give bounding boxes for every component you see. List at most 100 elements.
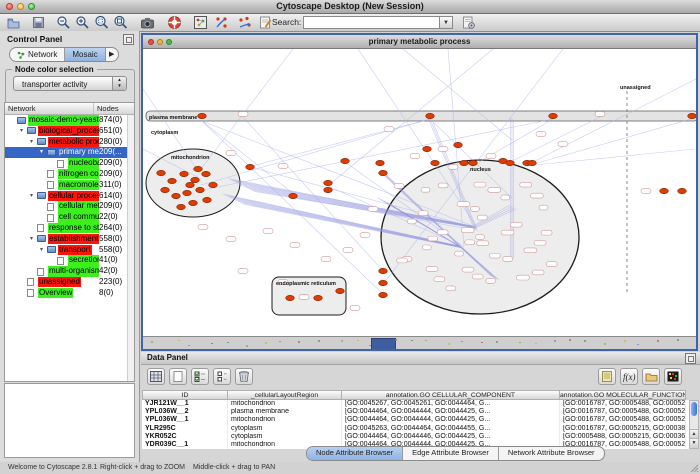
tab-network[interactable]: Network	[10, 48, 64, 61]
scroll-down-icon[interactable]: ▼	[690, 438, 698, 448]
network-node-selected[interactable]	[202, 171, 211, 176]
network-node[interactable]	[290, 243, 300, 248]
network-node[interactable]	[510, 222, 522, 227]
network-node-selected[interactable]	[180, 171, 189, 176]
tree-row[interactable]: ▾establishment of lo558(0)	[5, 234, 128, 245]
network-node-selected[interactable]	[426, 113, 435, 118]
tree-row[interactable]: nitrogen compo209(0)	[5, 169, 128, 180]
attribute-grid-icon[interactable]	[147, 368, 165, 385]
network-node[interactable]	[520, 182, 532, 187]
network-node-selected[interactable]	[289, 193, 298, 198]
network-node[interactable]	[428, 236, 438, 241]
new-attribute-icon[interactable]	[169, 368, 187, 385]
minimize-button[interactable]	[17, 3, 24, 10]
open-session-icon[interactable]	[6, 15, 21, 30]
network-node[interactable]	[546, 262, 557, 267]
float-panel-icon[interactable]	[685, 353, 696, 364]
expand-triangle-icon[interactable]: ▾	[20, 126, 23, 137]
network-node[interactable]	[455, 251, 464, 256]
table-row[interactable]: YLR295Ccytoplasm[GO:0045263, GO:0044464,…	[142, 425, 689, 433]
network-node[interactable]	[226, 151, 236, 156]
network-node[interactable]	[501, 195, 510, 200]
zoom-out-icon[interactable]	[56, 15, 71, 30]
network-node[interactable]	[501, 230, 514, 235]
tree-row[interactable]: nucleobase-209(0)	[5, 158, 128, 169]
network-node[interactable]	[462, 267, 474, 272]
tree-row[interactable]: secretion41(0)	[5, 255, 128, 266]
network-node[interactable]	[532, 270, 544, 275]
tree-row[interactable]: response to stimulu264(0)	[5, 223, 128, 234]
birds-eye-view-panel[interactable]	[4, 383, 135, 458]
network-node[interactable]	[489, 253, 500, 258]
network-node[interactable]	[299, 295, 309, 300]
network-node[interactable]	[422, 245, 431, 250]
network-node[interactable]	[434, 277, 445, 282]
expand-triangle-icon[interactable]: ▾	[30, 234, 33, 245]
birds-eye-overview-icon[interactable]	[193, 15, 208, 30]
save-session-icon[interactable]	[31, 15, 46, 30]
network-node-selected[interactable]	[324, 187, 333, 192]
network-node[interactable]	[486, 278, 496, 283]
network-node[interactable]	[536, 132, 546, 137]
tree-row[interactable]: cellular metabo209(0)	[5, 201, 128, 212]
network-node-selected[interactable]	[379, 170, 388, 175]
network-node[interactable]	[343, 248, 353, 253]
annotation-icon[interactable]	[258, 15, 273, 30]
network-node-selected[interactable]	[423, 146, 432, 151]
window-titlebar[interactable]: Cytoscape Desktop (New Session)	[0, 0, 700, 14]
network-node[interactable]	[524, 248, 537, 253]
matrix-view-icon[interactable]	[664, 368, 682, 385]
tree-row[interactable]: ▾primary metabo209(...	[5, 147, 128, 158]
table-row[interactable]: YPL036W__1mitochondrion[GO:0044464, GO:0…	[142, 416, 689, 424]
network-node[interactable]	[470, 207, 479, 212]
network-node-selected[interactable]	[198, 113, 207, 118]
tab-network-attribute-browser[interactable]: Network Attribute Browser	[498, 447, 604, 460]
snapshot-camera-icon[interactable]	[140, 15, 155, 30]
help-ring-icon[interactable]	[167, 15, 182, 30]
expand-triangle-icon[interactable]: ▾	[30, 137, 33, 148]
network-node-selected[interactable]	[191, 177, 200, 182]
network-view-titlebar[interactable]: primary metabolic process	[143, 35, 696, 49]
network-node[interactable]	[384, 127, 394, 132]
tab-mosaic[interactable]: Mosaic	[64, 48, 104, 61]
network-node[interactable]	[198, 225, 208, 230]
tab-edge-attribute-browser[interactable]: Edge Attribute Browser	[402, 447, 498, 460]
search-input[interactable]	[303, 16, 441, 29]
network-node[interactable]	[368, 207, 378, 212]
delete-attribute-trash-icon[interactable]	[235, 368, 253, 385]
network-node[interactable]	[486, 154, 496, 159]
network-node[interactable]	[465, 240, 475, 245]
table-column-header[interactable]: annotation.GO MOLECULAR_FUNCTION	[560, 390, 686, 400]
navigator-viewport[interactable]	[371, 338, 396, 349]
network-node[interactable]	[437, 230, 448, 235]
import-attributes-folder-icon[interactable]	[642, 368, 660, 385]
network-node-selected[interactable]	[379, 268, 388, 273]
tree-row[interactable]: ▾transport558(0)	[5, 245, 128, 256]
tree-row[interactable]: ▾cellular process614(0)	[5, 191, 128, 202]
network-node-selected[interactable]	[203, 197, 212, 202]
table-row[interactable]: YKR052Ccytoplasm[GO:0044464, GO:0044446,…	[142, 433, 689, 441]
network-node-selected[interactable]	[460, 160, 469, 165]
network-node-selected[interactable]	[528, 160, 537, 165]
close-button[interactable]	[6, 3, 13, 10]
table-column-header[interactable]: annotation.GO CELLULAR_COMPONENT	[342, 390, 560, 400]
network-node-selected[interactable]	[183, 190, 192, 195]
network-node-selected[interactable]	[196, 187, 205, 192]
network-node[interactable]	[530, 193, 543, 198]
attribute-editor-icon[interactable]	[598, 368, 616, 385]
network-node-selected[interactable]	[469, 160, 478, 165]
tree-row[interactable]: Overview8(0)	[5, 288, 128, 299]
network-node[interactable]	[595, 112, 605, 117]
tree-row[interactable]: ▾metabolic process280(0)	[5, 137, 128, 148]
network-node-selected[interactable]	[506, 160, 515, 165]
expand-triangle-icon[interactable]: ▾	[40, 147, 43, 158]
tree-row[interactable]: macromolecule311(0)	[5, 180, 128, 191]
network-node-selected[interactable]	[431, 160, 440, 165]
expand-triangle-icon[interactable]: ▾	[30, 191, 33, 202]
network-node[interactable]	[477, 215, 487, 220]
tree-row[interactable]: cell communicat22(0)	[5, 212, 128, 223]
network-node-selected[interactable]	[177, 204, 186, 209]
network-node[interactable]	[226, 237, 236, 242]
network-node[interactable]	[238, 112, 248, 117]
network-node-selected[interactable]	[189, 200, 198, 205]
